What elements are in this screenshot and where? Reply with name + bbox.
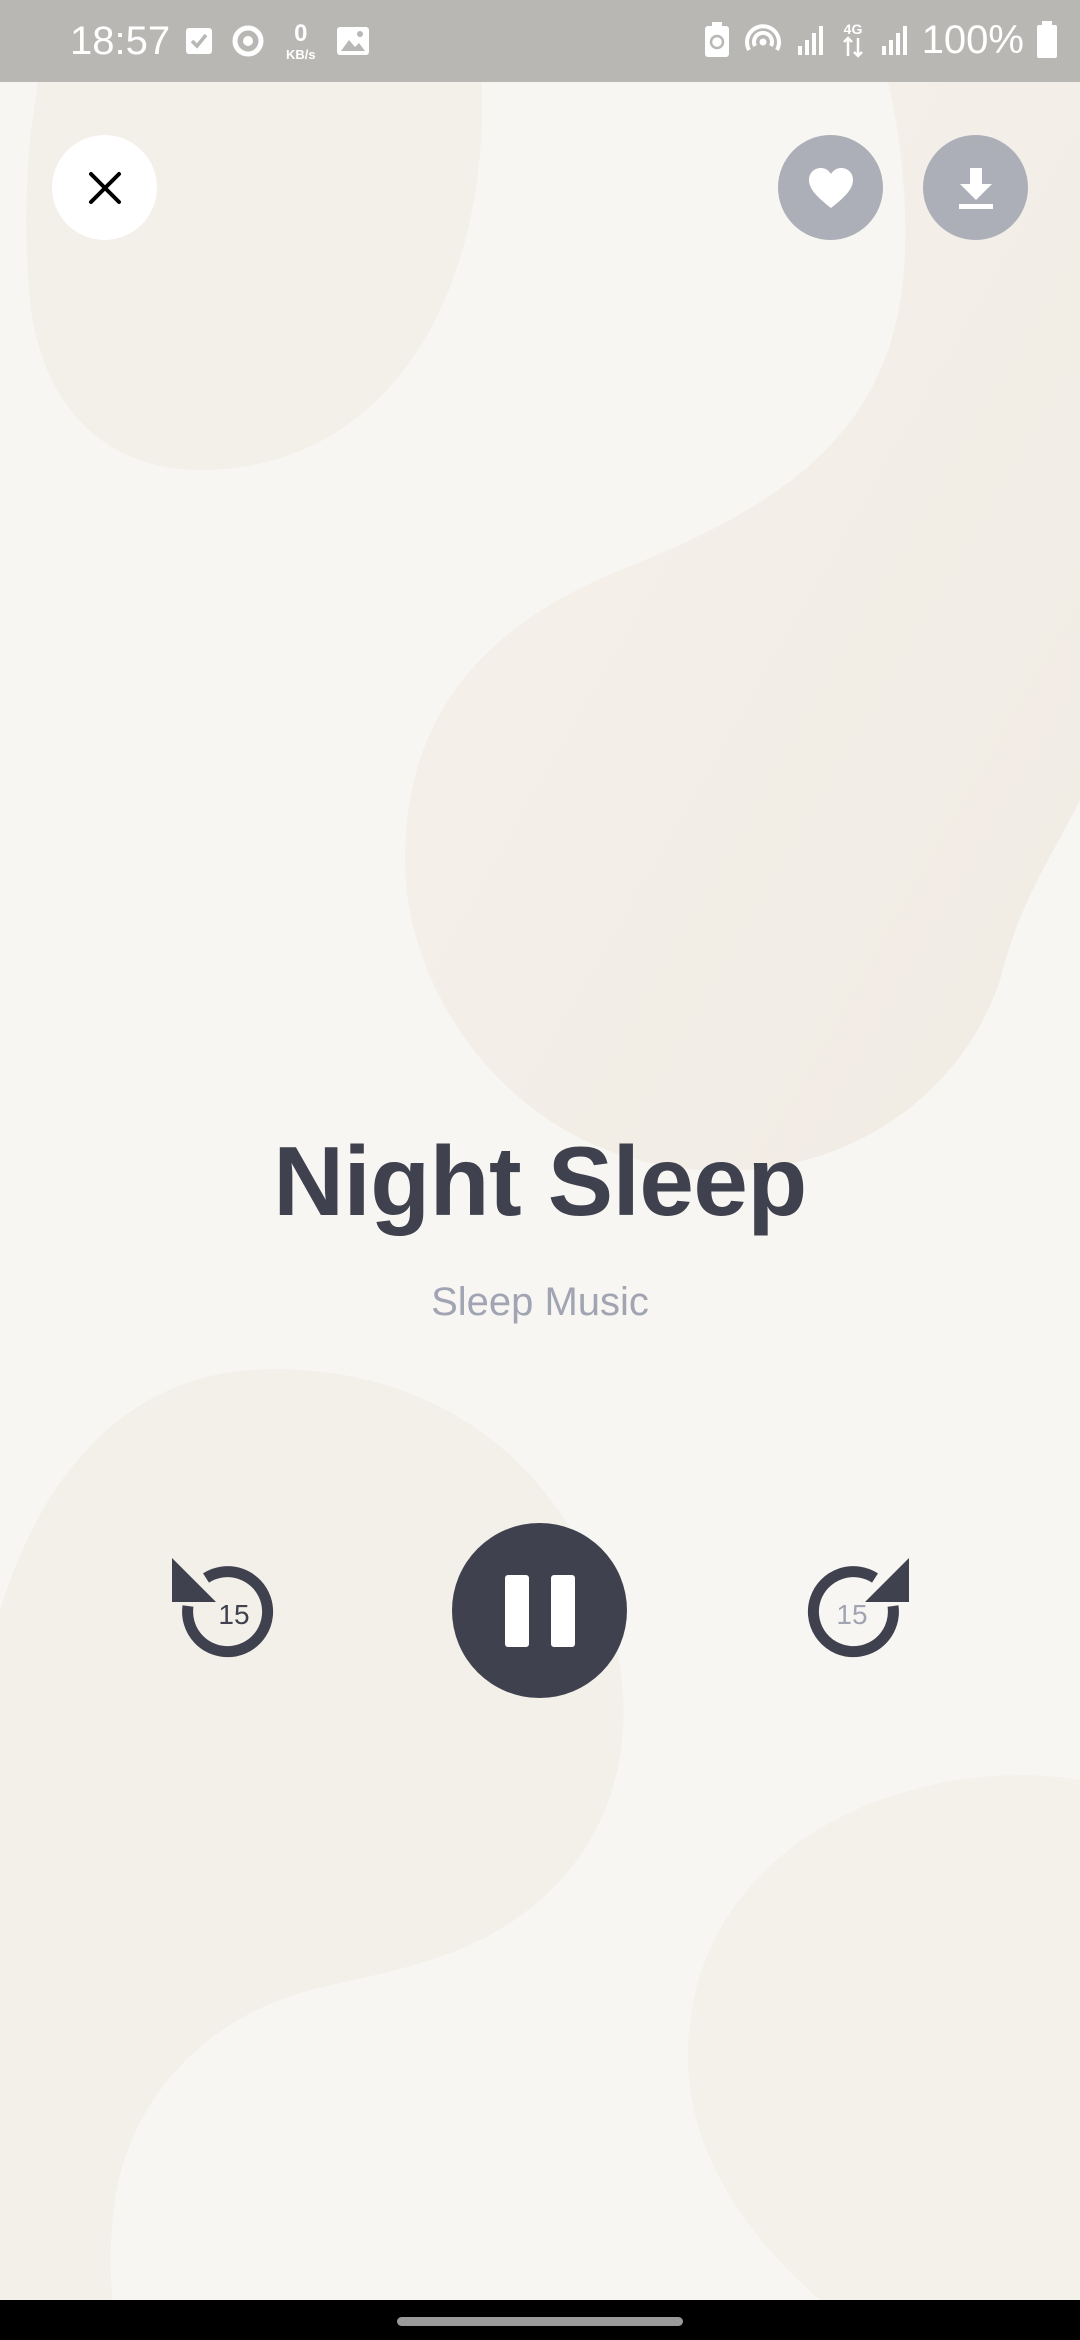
status-left-icons: 0 KB/s — [184, 18, 370, 64]
close-icon — [88, 171, 121, 204]
signal-icon — [797, 26, 823, 55]
signal-icon — [881, 26, 907, 55]
hotspot-icon — [744, 24, 781, 51]
battery-saver-icon — [704, 22, 729, 57]
signal-4g-icon: 4G — [842, 21, 863, 58]
net-speed: 0 KB/s — [286, 19, 316, 62]
battery-icon — [1037, 21, 1057, 58]
net-speed-unit: KB/s — [286, 46, 316, 62]
rewind-seconds: 15 — [218, 1599, 250, 1630]
pause-icon-bar-right — [550, 1574, 575, 1647]
forward-seconds: 15 — [836, 1599, 868, 1630]
close-button[interactable] — [52, 135, 157, 240]
navigation-bar — [0, 2300, 1080, 2340]
download-button[interactable] — [923, 135, 1028, 240]
heart-icon — [808, 167, 853, 208]
battery-percent: 100% — [921, 18, 1024, 62]
net-speed-value: 0 — [294, 19, 308, 47]
rewind-15-button[interactable]: 15 — [166, 1550, 286, 1670]
sync-icon — [232, 25, 264, 57]
check-notification-icon — [186, 28, 212, 54]
favorite-button[interactable] — [778, 135, 883, 240]
forward-15-button[interactable]: 15 — [795, 1550, 915, 1670]
image-icon — [336, 27, 369, 55]
pause-icon-bar-left — [504, 1574, 529, 1647]
download-icon — [958, 167, 993, 209]
home-gesture-handle[interactable] — [397, 2317, 683, 2326]
pause-button[interactable] — [452, 1523, 627, 1698]
status-bar: 18:57 0 KB/s 4G 100% — [0, 0, 1080, 82]
status-time: 18:57 — [70, 19, 171, 63]
network-type-label: 4G — [843, 21, 862, 37]
status-right-icons: 4G 100% — [704, 16, 1058, 64]
track-title: Night Sleep — [273, 1126, 807, 1236]
track-subtitle: Sleep Music — [431, 1280, 649, 1324]
